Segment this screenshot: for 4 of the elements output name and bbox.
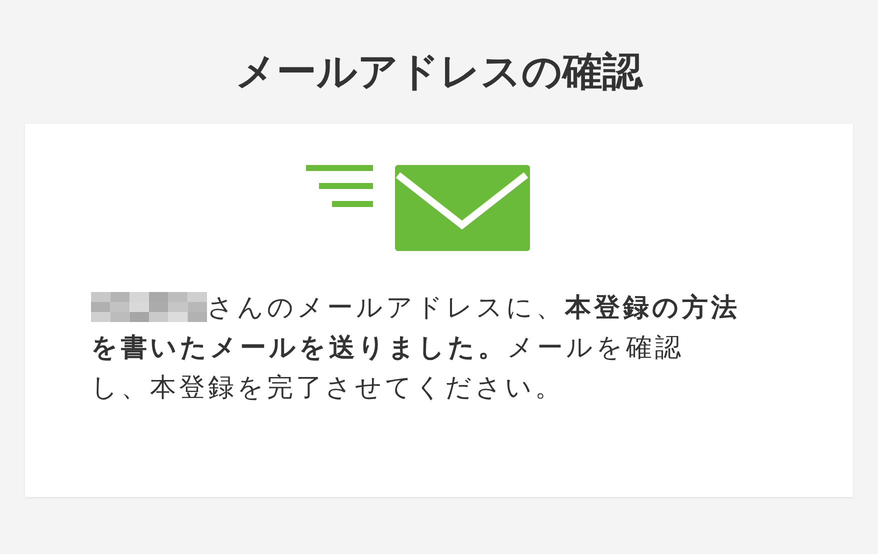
message-text: さんのメールアドレスに、本登録の方法 bbox=[207, 291, 740, 324]
message-text: を書いたメールを送りました。メールを確認し、本登録を完了させてください。 bbox=[91, 331, 685, 404]
envelope-icon bbox=[306, 165, 530, 251]
page-title: メールアドレスの確認 bbox=[236, 49, 642, 96]
